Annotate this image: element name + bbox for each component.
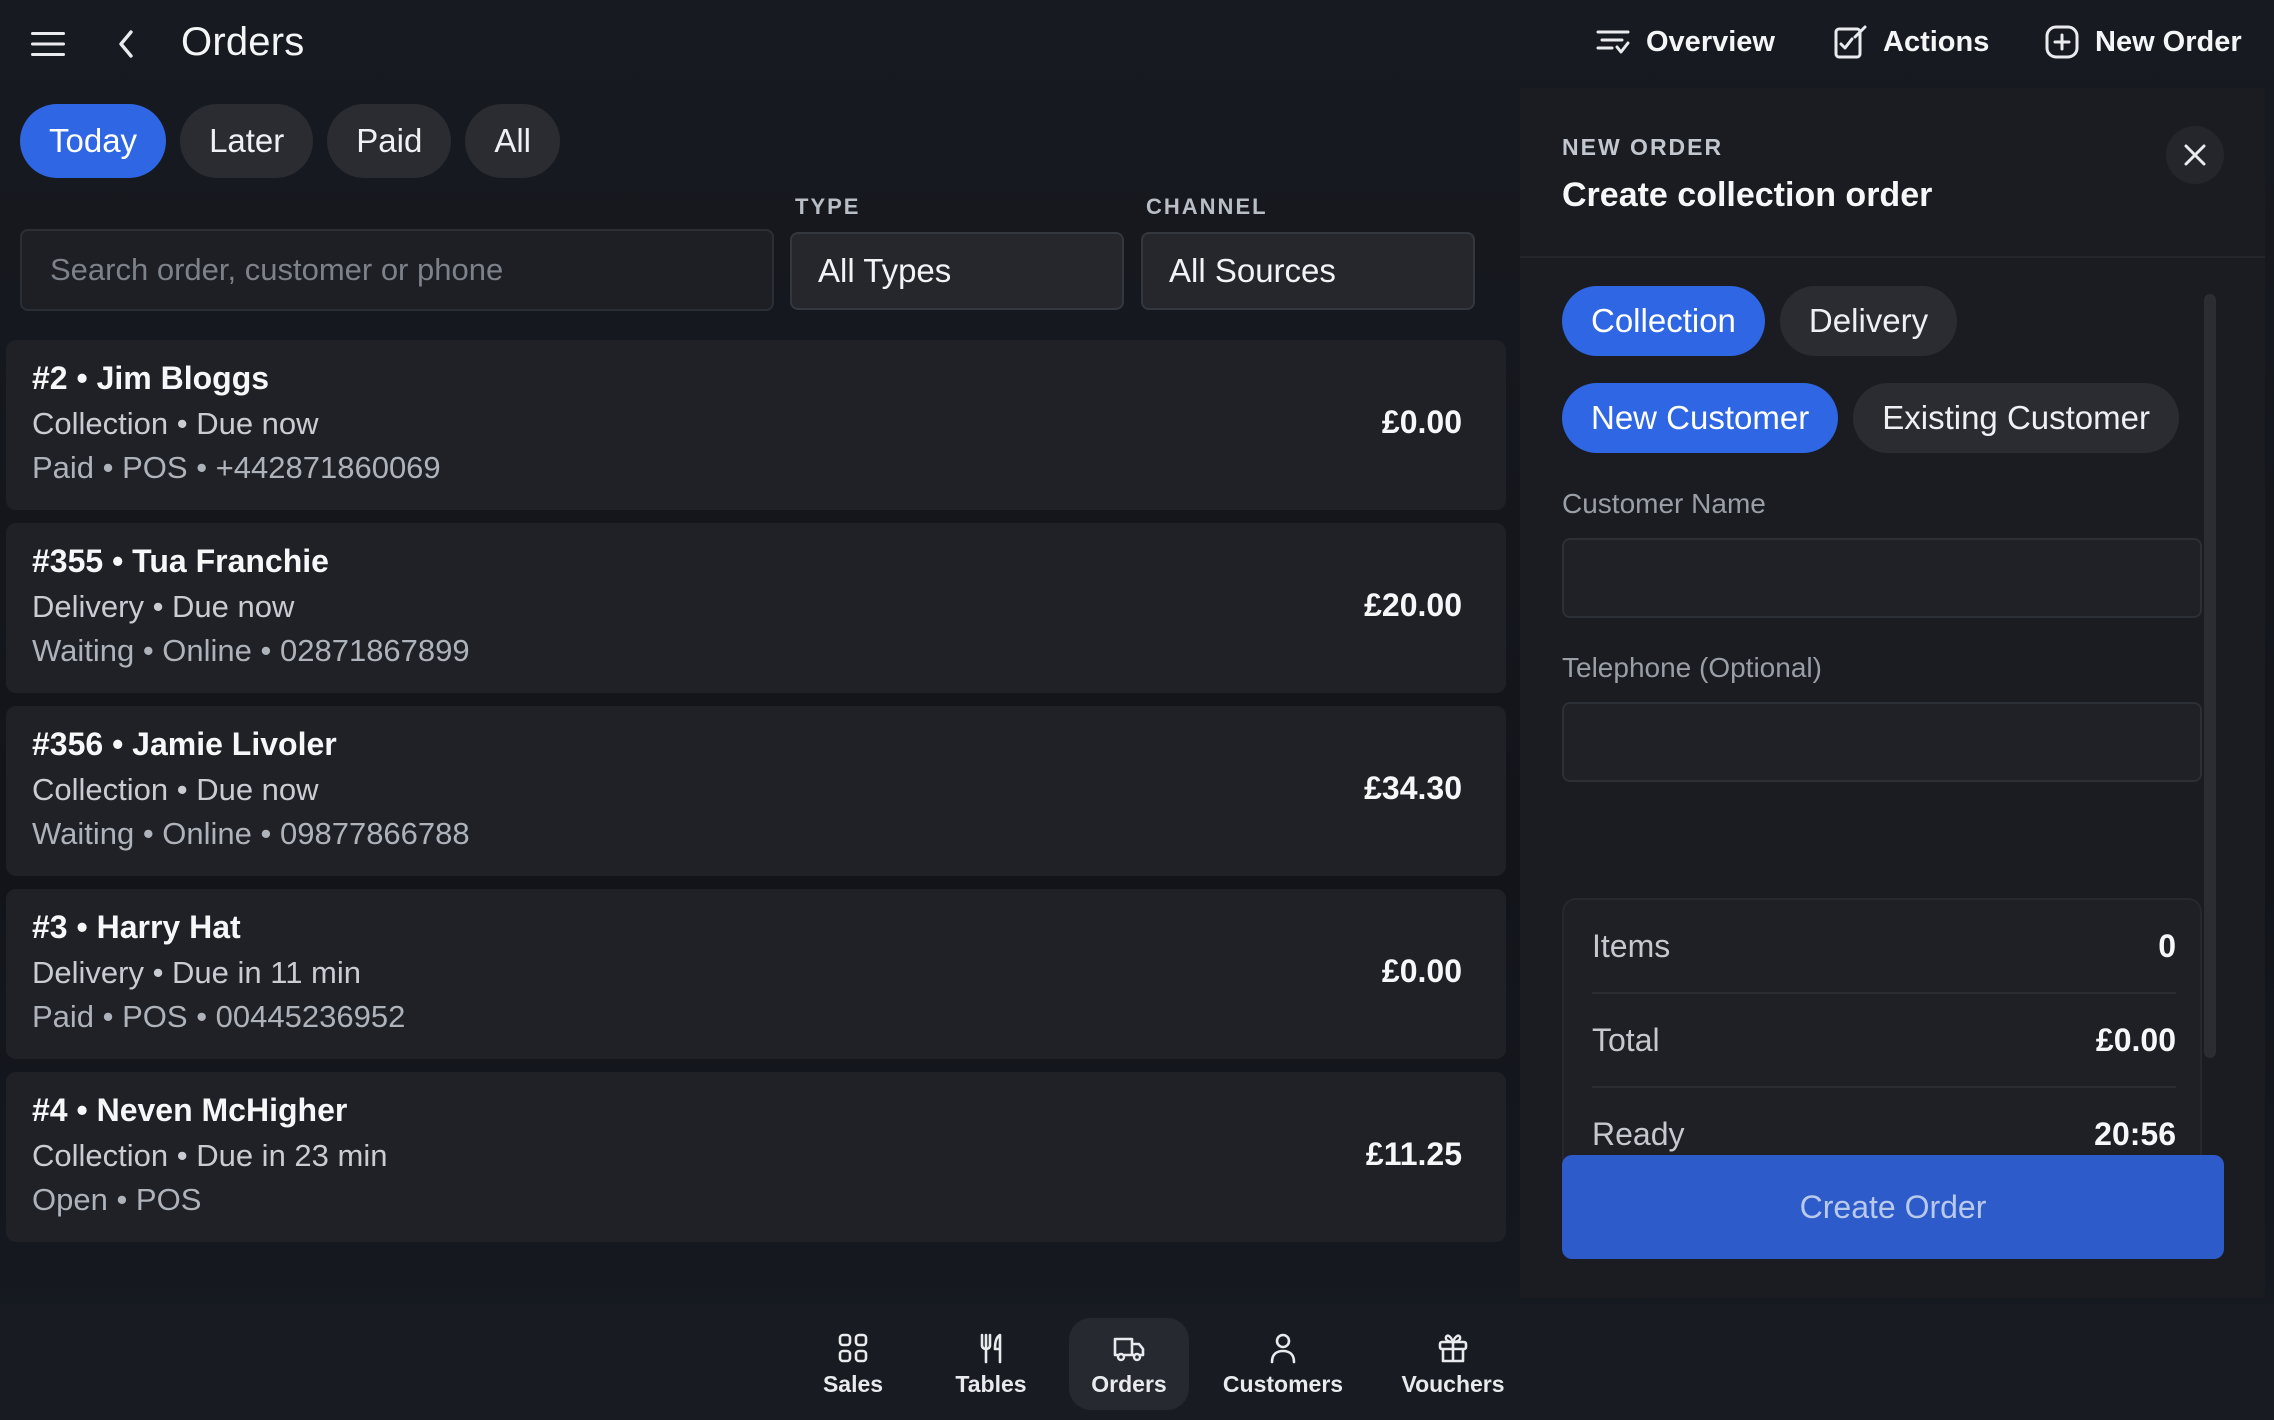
order-type-toggle: Collection Delivery: [1562, 286, 1958, 356]
order-amount: £20.00: [1364, 587, 1462, 623]
order-status-source-phone: Open • POS: [32, 1182, 202, 1217]
filter-tabs: Today Later Paid All: [20, 104, 561, 178]
search-placeholder: Search order, customer or phone: [50, 252, 504, 287]
actions-label: Actions: [1883, 25, 1990, 58]
items-label: Items: [1592, 927, 1671, 964]
menu-button[interactable]: [26, 22, 70, 66]
order-list: #2 • Jim Bloggs Collection • Due now Pai…: [6, 340, 1508, 1255]
chevron-left-icon: [119, 30, 133, 58]
order-title: #2 • Jim Bloggs: [32, 360, 270, 396]
order-type-due: Delivery • Due in 11 min: [32, 955, 362, 990]
overview-label: Overview: [1646, 25, 1775, 58]
order-title: #4 • Neven McHigher: [32, 1092, 348, 1128]
page-title: Orders: [181, 20, 305, 64]
new-order-button[interactable]: New Order: [2043, 18, 2242, 66]
order-title: #356 • Jamie Livoler: [32, 726, 337, 762]
panel-divider: [1520, 256, 2265, 258]
tab-paid[interactable]: Paid: [327, 104, 452, 178]
collection-toggle[interactable]: Collection: [1562, 286, 1765, 356]
nav-item-customers[interactable]: Customers: [1207, 1318, 1359, 1410]
customer-mode-toggle: New Customer Existing Customer: [1562, 383, 2179, 453]
order-status-source-phone: Paid • POS • 00445236952: [32, 999, 406, 1034]
hamburger-menu-icon: [31, 32, 65, 56]
cutlery-icon: [980, 1333, 1002, 1363]
plus-circle-icon: [2045, 25, 2079, 59]
order-card[interactable]: #356 • Jamie Livoler Collection • Due no…: [6, 706, 1506, 876]
person-icon: [1270, 1333, 1296, 1363]
summary-items-row: Items 0: [1592, 900, 2176, 994]
overview-button[interactable]: Overview: [1594, 18, 1775, 66]
nav-item-orders[interactable]: Orders: [1069, 1318, 1189, 1410]
items-value: 0: [2158, 927, 2176, 964]
tab-later[interactable]: Later: [180, 104, 314, 178]
nav-label-tables: Tables: [955, 1370, 1027, 1397]
order-type-due: Collection • Due now: [32, 406, 319, 441]
order-type-due: Delivery • Due now: [32, 589, 295, 624]
channel-select-value: All Sources: [1169, 252, 1336, 289]
panel-title: Create collection order: [1562, 176, 1933, 214]
existing-customer-toggle[interactable]: Existing Customer: [1853, 383, 2179, 453]
back-button[interactable]: [104, 22, 148, 66]
nav-label-customers: Customers: [1222, 1370, 1344, 1397]
filter-list-icon: [1596, 30, 1630, 54]
grid-icon: [838, 1333, 868, 1362]
order-status-source-phone: Paid • POS • +442871860069: [32, 450, 441, 485]
orders-panel: Today Later Paid All TYPE CHANNEL Search…: [6, 88, 1508, 1298]
nav-label-orders: Orders: [1091, 1370, 1167, 1397]
customer-name-label: Customer Name: [1562, 488, 1766, 519]
type-select[interactable]: All Types: [790, 232, 1124, 310]
order-amount: £0.00: [1381, 953, 1462, 989]
new-customer-toggle[interactable]: New Customer: [1562, 383, 1839, 453]
close-icon: [2184, 144, 2206, 166]
order-card[interactable]: #2 • Jim Bloggs Collection • Due now Pai…: [6, 340, 1506, 510]
new-order-label: New Order: [2095, 25, 2242, 58]
delivery-toggle[interactable]: Delivery: [1779, 286, 1958, 356]
search-input[interactable]: Search order, customer or phone: [20, 229, 774, 311]
type-label: TYPE: [795, 194, 861, 219]
tab-today[interactable]: Today: [20, 104, 167, 178]
summary-total-row: Total £0.00: [1592, 994, 2176, 1088]
order-card[interactable]: #355 • Tua Franchie Delivery • Due now W…: [6, 523, 1506, 693]
order-card[interactable]: #3 • Harry Hat Delivery • Due in 11 min …: [6, 889, 1506, 1059]
channel-label: CHANNEL: [1146, 194, 1268, 219]
orders-screen: Orders Overview Actions New Order Today …: [0, 0, 2274, 1420]
bottom-nav-items: Sales Tables Orders Customers Vouchers: [793, 1318, 1529, 1410]
panel-kicker: NEW ORDER: [1562, 134, 1724, 160]
type-select-value: All Types: [818, 252, 952, 289]
total-label: Total: [1592, 1021, 1660, 1058]
ready-label: Ready: [1592, 1115, 1685, 1152]
gift-icon: [1438, 1333, 1468, 1362]
nav-label-sales: Sales: [822, 1370, 884, 1397]
top-bar: Orders Overview Actions New Order: [0, 0, 2274, 86]
create-order-button[interactable]: Create Order: [1562, 1155, 2224, 1259]
nav-item-sales[interactable]: Sales: [793, 1318, 913, 1410]
order-status-source-phone: Waiting • Online • 09877866788: [32, 816, 470, 851]
tab-all[interactable]: All: [465, 104, 561, 178]
telephone-label: Telephone (Optional): [1562, 652, 1822, 683]
edit-checklist-icon: [1834, 25, 1867, 59]
telephone-field[interactable]: [1562, 702, 2202, 782]
order-title: #3 • Harry Hat: [32, 909, 241, 945]
ready-value: 20:56: [2094, 1115, 2176, 1152]
order-card[interactable]: #4 • Neven McHigher Collection • Due in …: [6, 1072, 1506, 1242]
close-button[interactable]: [2166, 126, 2224, 184]
total-value: £0.00: [2095, 1021, 2176, 1058]
delivery-truck-icon: [1113, 1337, 1145, 1361]
order-amount: £0.00: [1381, 404, 1462, 440]
order-type-due: Collection • Due in 23 min: [32, 1138, 388, 1173]
nav-label-vouchers: Vouchers: [1401, 1370, 1505, 1397]
order-amount: £11.25: [1365, 1136, 1462, 1172]
new-order-panel: NEW ORDER Create collection order Collec…: [1520, 88, 2265, 1298]
channel-select[interactable]: All Sources: [1141, 232, 1475, 310]
nav-item-vouchers[interactable]: Vouchers: [1377, 1318, 1529, 1410]
order-status-source-phone: Waiting • Online • 02871867899: [32, 633, 470, 668]
actions-button[interactable]: Actions: [1831, 18, 1989, 66]
order-type-due: Collection • Due now: [32, 772, 319, 807]
order-amount: £34.30: [1364, 770, 1462, 806]
customer-name-field[interactable]: [1562, 538, 2202, 618]
order-title: #355 • Tua Franchie: [32, 543, 329, 579]
panel-scrollbar[interactable]: [2204, 294, 2216, 1058]
nav-item-tables[interactable]: Tables: [931, 1318, 1051, 1410]
bottom-nav: Sales Tables Orders Customers Vouchers: [0, 1304, 2274, 1420]
